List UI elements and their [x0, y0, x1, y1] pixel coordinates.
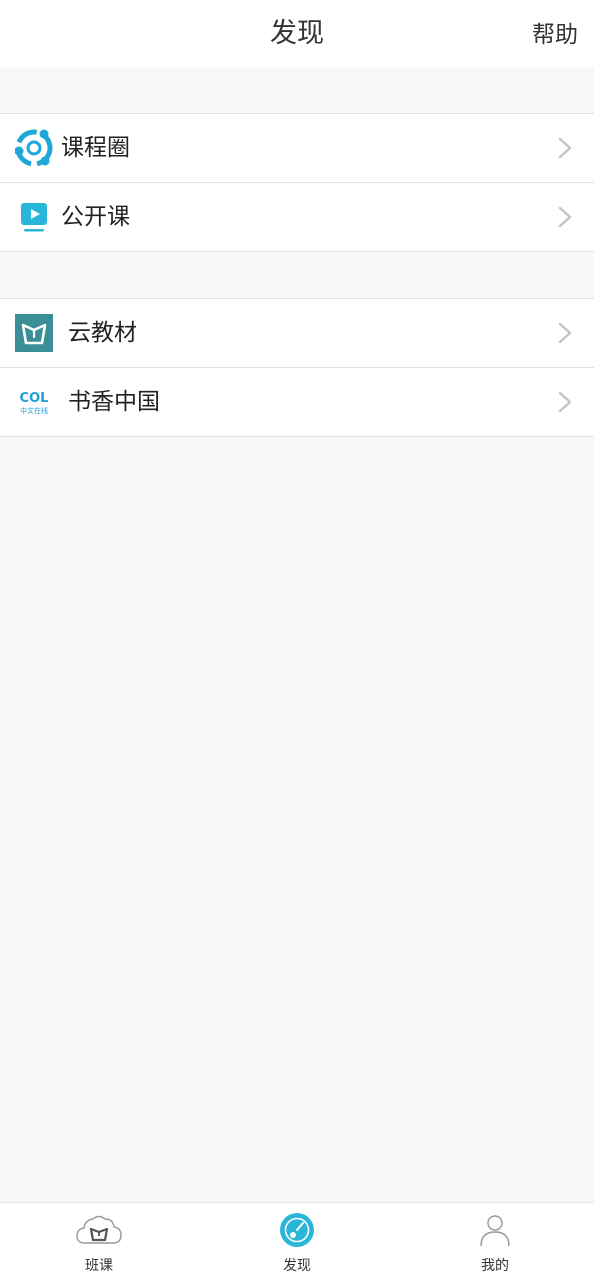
course-circle-icon [15, 129, 53, 167]
col-logo-text: COL [20, 391, 49, 406]
top-bar: 发现 帮助 [0, 0, 594, 68]
page-title: 发现 [270, 18, 324, 49]
chevron-right-icon [558, 137, 572, 159]
col-logo-icon: COL 中文在线 [20, 391, 49, 415]
tab-class[interactable]: 班课 [0, 1203, 198, 1281]
chevron-right-icon [558, 322, 572, 344]
list-item-shuxiang-china[interactable]: COL 中文在线 书香中国 [0, 367, 594, 436]
bottom-tab-bar: 班课 发现 我的 [0, 1202, 594, 1281]
tab-discover[interactable]: 发现 [198, 1203, 396, 1281]
tab-mine[interactable]: 我的 [396, 1203, 594, 1281]
list-item-label: 公开课 [61, 204, 130, 230]
chevron-right-icon [558, 391, 572, 413]
tab-label: 班课 [85, 1258, 113, 1274]
cloud-book-icon [76, 1215, 122, 1244]
chevron-right-icon [558, 206, 572, 228]
cloud-textbook-icon [15, 314, 53, 352]
help-button[interactable]: 帮助 [532, 18, 578, 52]
list-item-label: 课程圈 [61, 135, 130, 161]
discover-group-2: 云教材 COL 中文在线 书香中国 [0, 298, 594, 437]
list-item-cloud-textbook[interactable]: 云教材 [0, 299, 594, 367]
discover-group-1: 课程圈 公开课 [0, 113, 594, 252]
compass-icon [280, 1213, 314, 1247]
list-item-label: 云教材 [68, 320, 137, 346]
tab-label: 我的 [481, 1258, 509, 1274]
open-course-icon [21, 203, 47, 232]
list-item-label: 书香中国 [68, 389, 160, 415]
list-item-open-course[interactable]: 公开课 [0, 182, 594, 251]
list-item-course-circle[interactable]: 课程圈 [0, 114, 594, 182]
tab-label: 发现 [283, 1258, 311, 1274]
person-icon [480, 1215, 510, 1247]
col-logo-subtext: 中文在线 [20, 406, 48, 415]
